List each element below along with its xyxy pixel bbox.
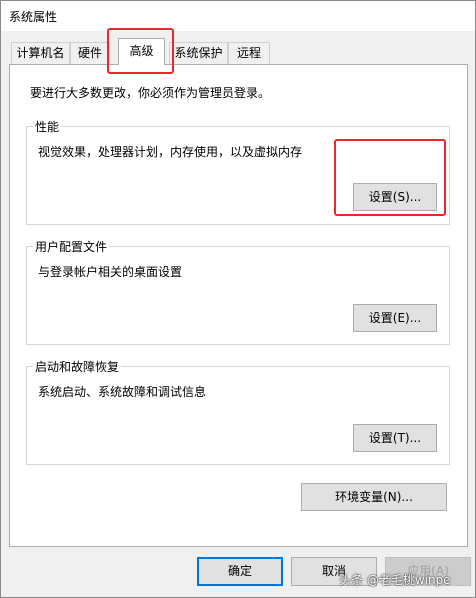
watermark-text: 头条 @老毛桃winpe (339, 573, 451, 587)
title-bar[interactable]: 系统属性 (1, 1, 475, 31)
advanced-tab-panel: 要进行大多数更改，你必须作为管理员登录。 性能 视觉效果，处理器计划，内存使用，… (9, 64, 468, 547)
environment-variables-button[interactable]: 环境变量(N)... (301, 483, 447, 511)
ok-button[interactable]: 确定 (197, 557, 283, 586)
performance-description: 视觉效果，处理器计划，内存使用，以及虚拟内存 (38, 145, 303, 159)
tab-remote[interactable]: 远程 (228, 42, 270, 64)
performance-group-label: 性能 (33, 118, 62, 135)
tab-computer-name[interactable]: 计算机名 (11, 42, 70, 64)
tab-hardware[interactable]: 硬件 (70, 42, 110, 64)
user-profiles-settings-button[interactable]: 设置(E)... (353, 304, 437, 332)
user-profiles-group: 用户配置文件 与登录帐户相关的桌面设置 设置(E)... (26, 238, 450, 345)
startup-recovery-description: 系统启动、系统故障和调试信息 (38, 385, 207, 399)
startup-recovery-group: 启动和故障恢复 系统启动、系统故障和调试信息 设置(T)... (26, 358, 450, 465)
tab-system-protection[interactable]: 系统保护 (169, 42, 228, 64)
system-properties-window: 系统属性 计算机名 硬件 高级 系统保护 远程 要进行大多数更改，你必须作为管理… (0, 0, 476, 598)
window-title: 系统属性 (9, 10, 58, 24)
performance-settings-button[interactable]: 设置(S)... (353, 183, 437, 211)
user-profiles-description: 与登录帐户相关的桌面设置 (38, 265, 183, 279)
tab-advanced[interactable]: 高级 (118, 38, 165, 65)
performance-group: 性能 视觉效果，处理器计划，内存使用，以及虚拟内存 设置(S)... (26, 118, 450, 225)
admin-note: 要进行大多数更改，你必须作为管理员登录。 (30, 86, 271, 100)
user-profiles-group-label: 用户配置文件 (33, 238, 110, 255)
startup-recovery-settings-button[interactable]: 设置(T)... (353, 424, 437, 452)
startup-recovery-group-label: 启动和故障恢复 (33, 358, 122, 375)
